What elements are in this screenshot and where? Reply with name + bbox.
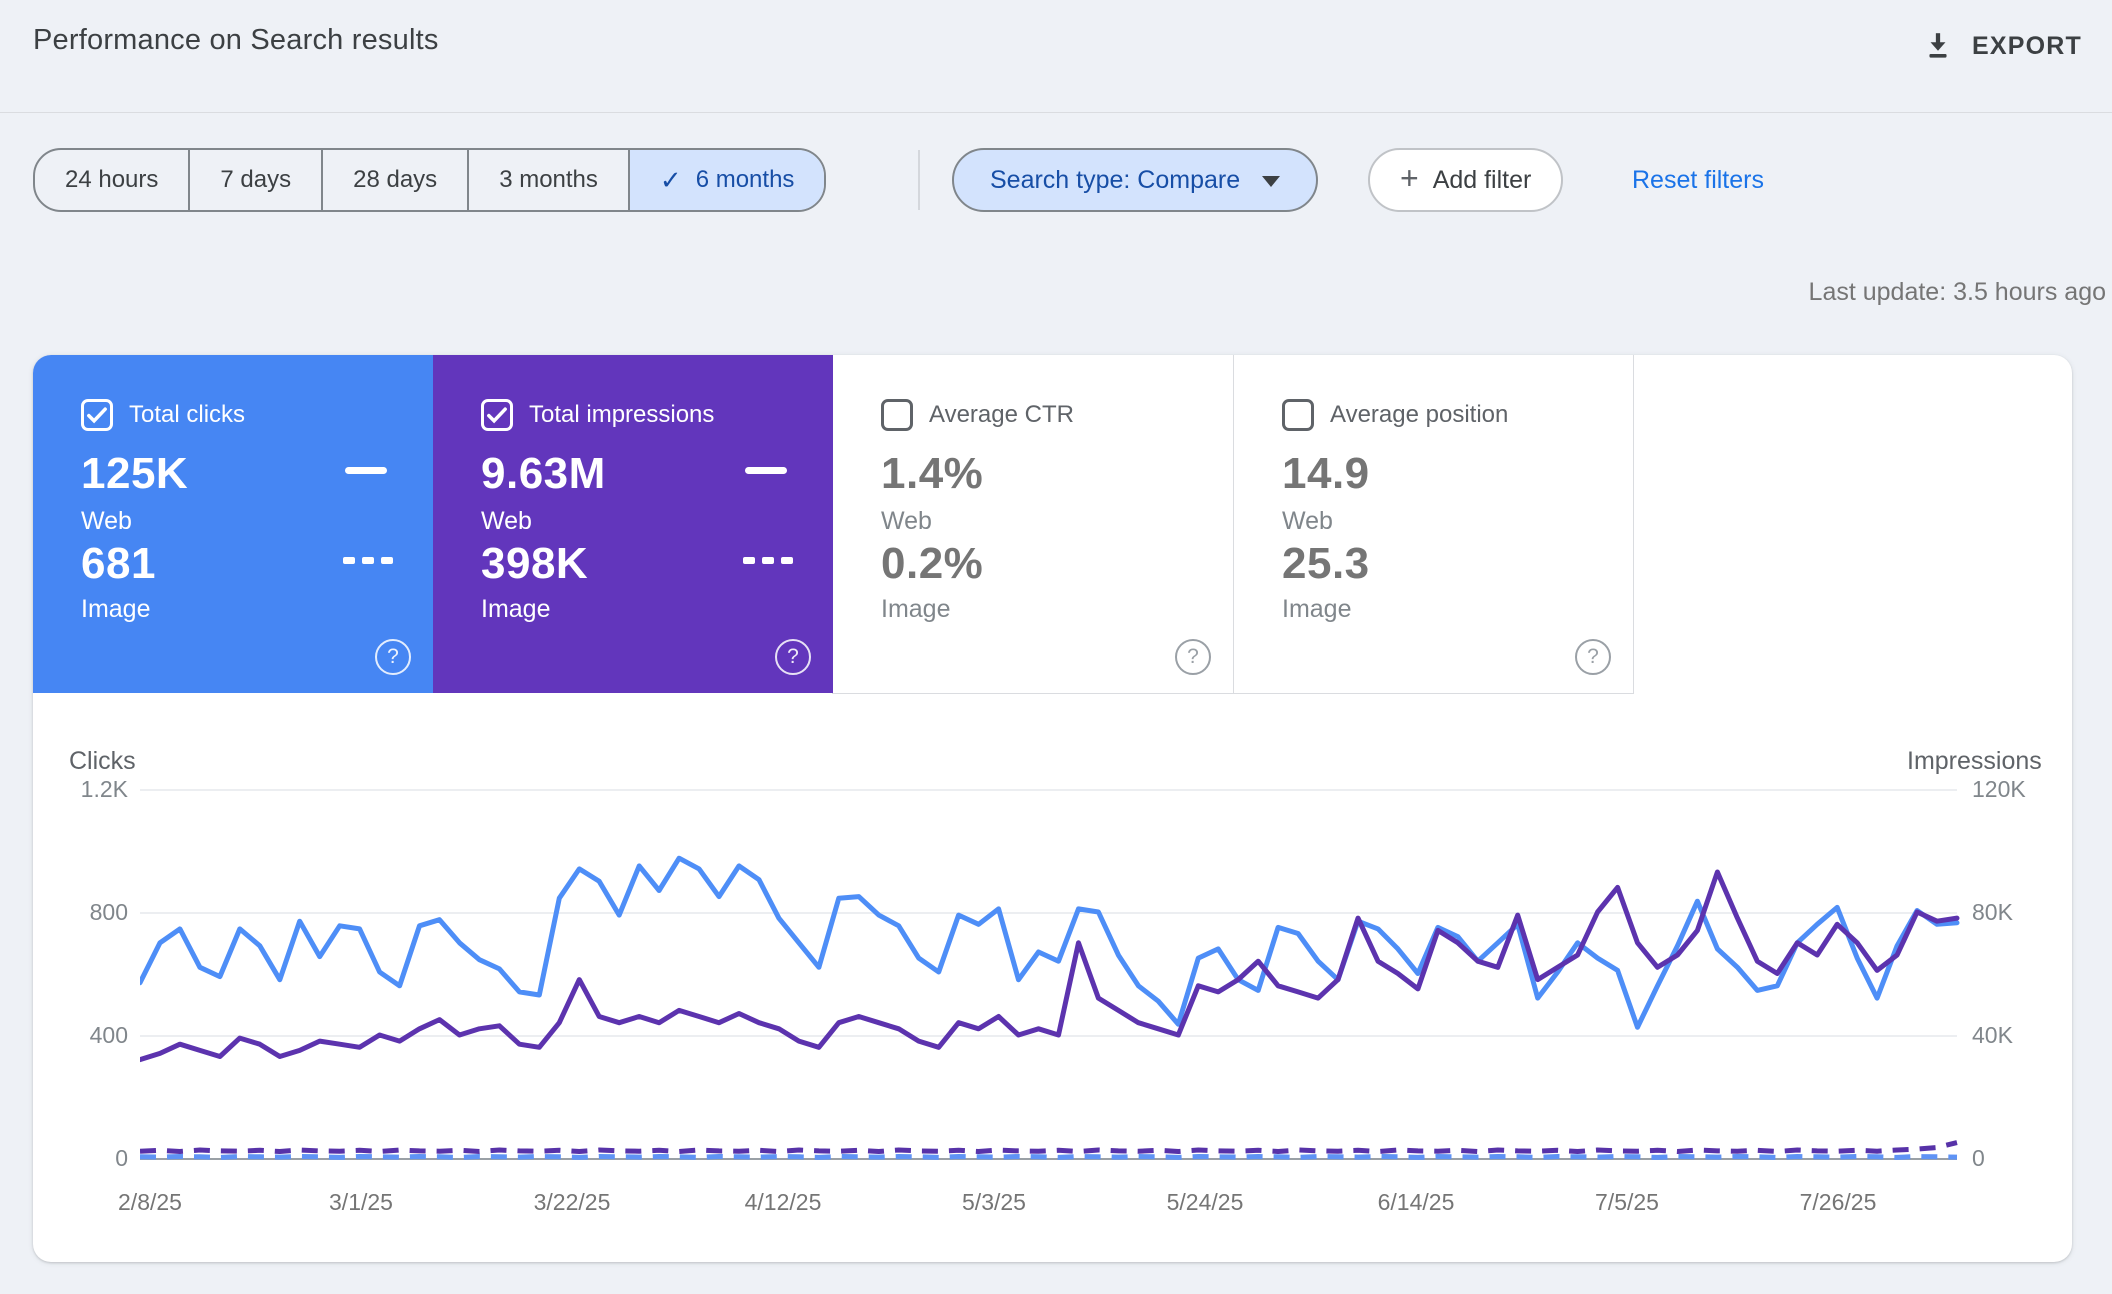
reset-filters-link[interactable]: Reset filters [1632,148,1764,212]
y-tick-right: 40K [1972,1022,2013,1049]
search-type-label: Search type: Compare [990,166,1240,195]
performance-panel: Total clicks 125K Web 681 Image ? Total … [33,355,2072,1262]
tab-label: 6 months [696,166,795,194]
card-row-divider [832,693,1634,694]
metric-label-web: Web [81,507,132,536]
help-icon[interactable]: ? [1575,639,1611,675]
help-icon[interactable]: ? [375,639,411,675]
metric-label-web: Web [1282,507,1333,536]
left-axis-title: Clicks [69,747,136,776]
x-tick: 2/8/25 [80,1189,220,1216]
plus-icon: + [1400,160,1419,197]
card-average-position[interactable]: Average position 14.9 Web 25.3 Image ? [1233,355,1633,693]
metric-value-web: 14.9 [1282,449,1370,499]
checkbox-checked-icon[interactable] [81,399,113,431]
card-title: Total impressions [529,401,714,429]
tab-label: 3 months [499,166,598,194]
metric-value-web: 9.63M [481,449,606,499]
help-icon[interactable]: ? [1175,639,1211,675]
card-total-clicks[interactable]: Total clicks 125K Web 681 Image ? [33,355,433,693]
y-tick-right: 80K [1972,899,2013,926]
metric-value-image: 0.2% [881,539,983,589]
caret-down-icon [1262,176,1280,187]
card-title: Total clicks [129,401,245,429]
chart-plot[interactable] [140,780,1960,1165]
x-tick: 4/12/25 [713,1189,853,1216]
metric-value-image: 25.3 [1282,539,1370,589]
tab-28-days[interactable]: 28 days [321,150,467,210]
tab-6-months[interactable]: ✓ 6 months [628,150,825,210]
tab-3-months[interactable]: 3 months [467,150,628,210]
card-divider [1633,355,1634,693]
dashed-line-legend-icon [343,557,393,564]
metric-label-image: Image [481,595,550,624]
tab-7-days[interactable]: 7 days [188,150,321,210]
card-title: Average position [1330,401,1508,429]
metric-label-web: Web [881,507,932,536]
image-impressions-k--line [140,1143,1957,1152]
x-tick: 7/5/25 [1557,1189,1697,1216]
card-title: Average CTR [929,401,1074,429]
filter-row-divider [918,150,920,210]
metric-value-web: 125K [81,449,188,499]
x-tick: 3/22/25 [502,1189,642,1216]
export-button[interactable]: EXPORT [1916,20,2088,72]
image-clicks-line [140,1157,1957,1158]
y-tick-left: 0 [48,1145,128,1172]
metric-label-image: Image [1282,595,1351,624]
x-tick: 3/1/25 [291,1189,431,1216]
date-range-tabs: 24 hours 7 days 28 days 3 months ✓ 6 mon… [33,148,826,212]
checkbox-checked-icon[interactable] [481,399,513,431]
export-label: EXPORT [1972,32,2082,61]
card-average-ctr[interactable]: Average CTR 1.4% Web 0.2% Image ? [833,355,1233,693]
page-title: Performance on Search results [33,24,439,57]
help-icon[interactable]: ? [775,639,811,675]
y-tick-left: 800 [48,899,128,926]
x-tick: 5/3/25 [924,1189,1064,1216]
checkbox-unchecked-icon[interactable] [881,399,913,431]
last-update-status: Last update: 3.5 hours ago [1809,278,2106,307]
metric-label-web: Web [481,507,532,536]
y-tick-left: 400 [48,1022,128,1049]
x-tick: 7/26/25 [1768,1189,1908,1216]
add-filter-button[interactable]: + Add filter [1368,148,1563,212]
add-filter-label: Add filter [1433,166,1532,195]
header-divider [0,112,2112,113]
tab-label: 24 hours [65,166,158,194]
metric-value-image: 681 [81,539,156,589]
y-tick-left: 1.2K [48,776,128,803]
metric-label-image: Image [81,595,150,624]
tab-24-hours[interactable]: 24 hours [35,150,188,210]
solid-line-legend-icon [345,467,387,474]
checkbox-unchecked-icon[interactable] [1282,399,1314,431]
right-axis-title: Impressions [1907,747,2042,776]
solid-line-legend-icon [745,467,787,474]
y-tick-right: 120K [1972,776,2026,803]
card-total-impressions[interactable]: Total impressions 9.63M Web 398K Image ? [433,355,833,693]
y-tick-right: 0 [1972,1145,1985,1172]
x-tick: 5/24/25 [1135,1189,1275,1216]
dashed-line-legend-icon [743,557,793,564]
download-icon [1922,30,1954,62]
metric-value-image: 398K [481,539,588,589]
tab-label: 28 days [353,166,437,194]
metric-label-image: Image [881,595,950,624]
x-tick: 6/14/25 [1346,1189,1486,1216]
metric-value-web: 1.4% [881,449,983,499]
search-type-chip[interactable]: Search type: Compare [952,148,1318,212]
web-impressions-k--line [140,872,1957,1060]
tab-label: 7 days [220,166,291,194]
check-icon: ✓ [660,165,682,196]
